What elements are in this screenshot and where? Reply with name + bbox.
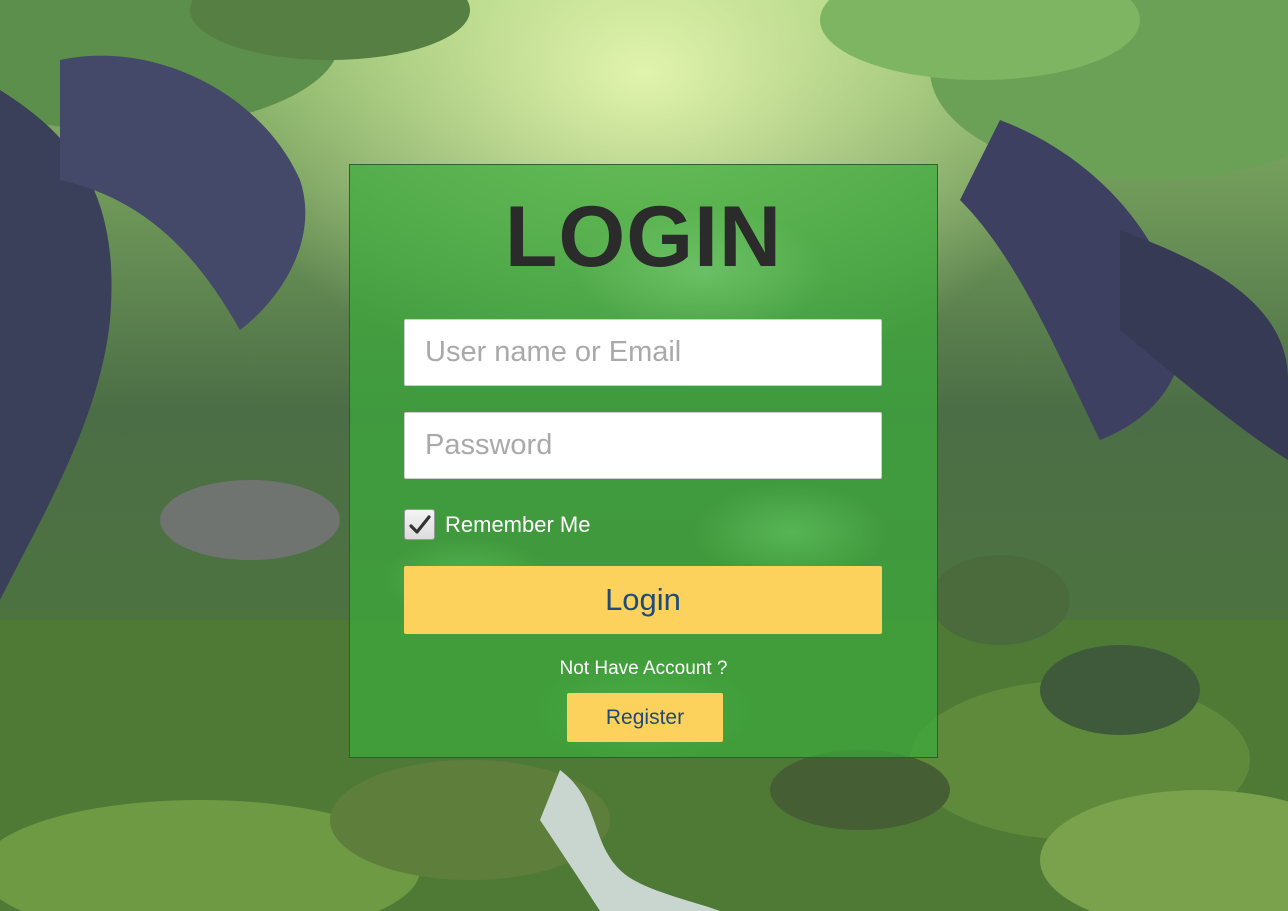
login-panel: LOGIN Remember Me Login Not Have Account… — [349, 164, 938, 758]
username-email-input[interactable] — [404, 319, 882, 386]
login-title: LOGIN — [504, 189, 783, 285]
remember-me-checkbox[interactable] — [404, 509, 435, 540]
password-input[interactable] — [404, 412, 882, 479]
remember-me-label: Remember Me — [445, 511, 591, 537]
remember-me-row[interactable]: Remember Me — [404, 508, 590, 541]
register-button[interactable]: Register — [567, 693, 723, 742]
login-button[interactable]: Login — [404, 566, 882, 634]
checkmark-icon — [408, 514, 431, 534]
no-account-text: Not Have Account ? — [559, 658, 728, 679]
